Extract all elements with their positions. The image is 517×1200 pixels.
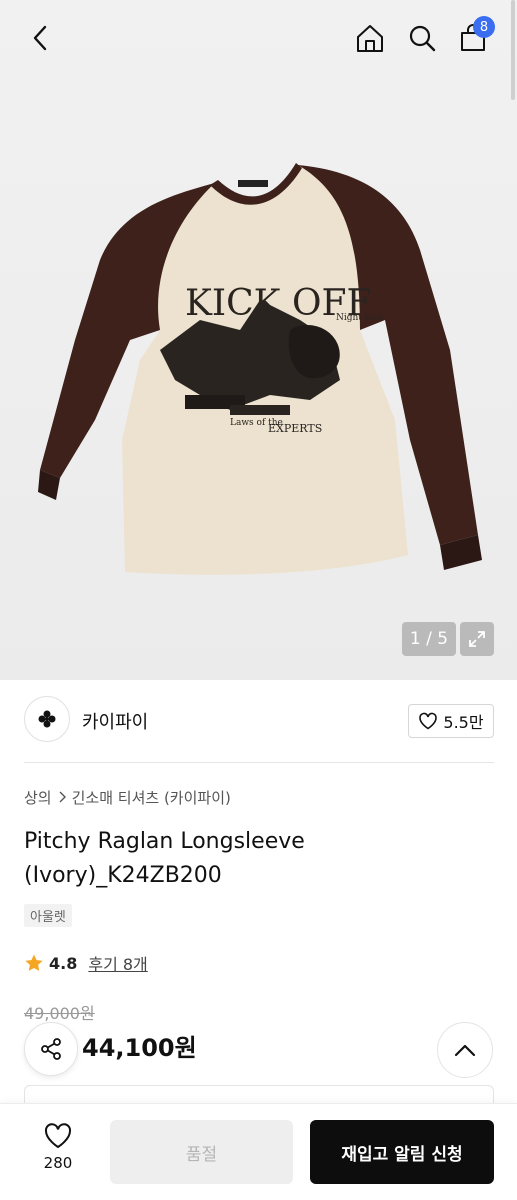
club-icon — [38, 710, 56, 728]
scroll-top-button[interactable] — [437, 1022, 493, 1078]
breadcrumb-category[interactable]: 상의 — [24, 787, 52, 808]
home-icon — [357, 25, 383, 52]
breadcrumb-subcategory[interactable]: 긴소매 티셔츠 (카이파이) — [72, 787, 231, 808]
chevron-up-icon — [454, 1044, 476, 1057]
heart-icon — [419, 712, 438, 730]
star-icon — [25, 954, 43, 971]
share-icon — [41, 1038, 61, 1060]
print-tag-text: Night kick — [336, 313, 384, 323]
home-button[interactable] — [352, 20, 388, 56]
product-image-gallery[interactable]: KICK OFF Night kick Laws of the EXPERTS … — [0, 0, 517, 680]
brand-logo[interactable] — [24, 696, 70, 742]
brand-like-count: 5.5만 — [443, 713, 484, 732]
chevron-right-icon — [58, 789, 66, 807]
divider — [24, 762, 494, 763]
original-price: 49,000원 — [24, 1004, 95, 1023]
outlet-tag: 아울렛 — [24, 904, 72, 927]
expand-image-button[interactable] — [460, 622, 494, 656]
wishlist-count: 280 — [43, 1154, 73, 1172]
breadcrumb: 상의 긴소매 티셔츠 (카이파이) — [24, 787, 231, 808]
image-counter: 1 / 5 — [402, 622, 456, 656]
top-header: 8 — [0, 0, 517, 80]
reviews-link[interactable]: 후기 8개 — [88, 951, 147, 975]
heart-icon — [44, 1123, 72, 1149]
sale-price: 44,100원 — [82, 1034, 197, 1062]
bottom-action-bar: 280 품절 재입고 알림 신청 — [0, 1103, 517, 1200]
search-icon — [409, 25, 436, 52]
restock-alert-button[interactable]: 재입고 알림 신청 — [310, 1120, 494, 1184]
share-button[interactable] — [24, 1022, 78, 1076]
brand-like-button[interactable]: 5.5만 — [408, 704, 494, 738]
brand-row: 카이파이 5.5만 — [24, 696, 494, 746]
cart-count-badge: 8 — [473, 16, 495, 38]
rating-row: 4.8 후기 8개 — [24, 951, 148, 975]
chevron-left-icon — [33, 25, 47, 51]
rating-score: 4.8 — [49, 953, 78, 973]
back-button[interactable] — [24, 22, 56, 54]
cart-button[interactable]: 8 — [455, 16, 495, 56]
search-button[interactable] — [404, 20, 440, 56]
wishlist-button[interactable]: 280 — [30, 1122, 86, 1182]
product-title: Pitchy Raglan Longsleeve (Ivory)_K24ZB20… — [24, 829, 305, 888]
soldout-button[interactable]: 품절 — [110, 1120, 293, 1184]
expand-icon — [469, 631, 485, 647]
product-image: KICK OFF Night kick Laws of the EXPERTS — [38, 163, 482, 575]
print-footer: EXPERTS — [268, 422, 322, 435]
brand-name[interactable]: 카이파이 — [82, 708, 148, 734]
